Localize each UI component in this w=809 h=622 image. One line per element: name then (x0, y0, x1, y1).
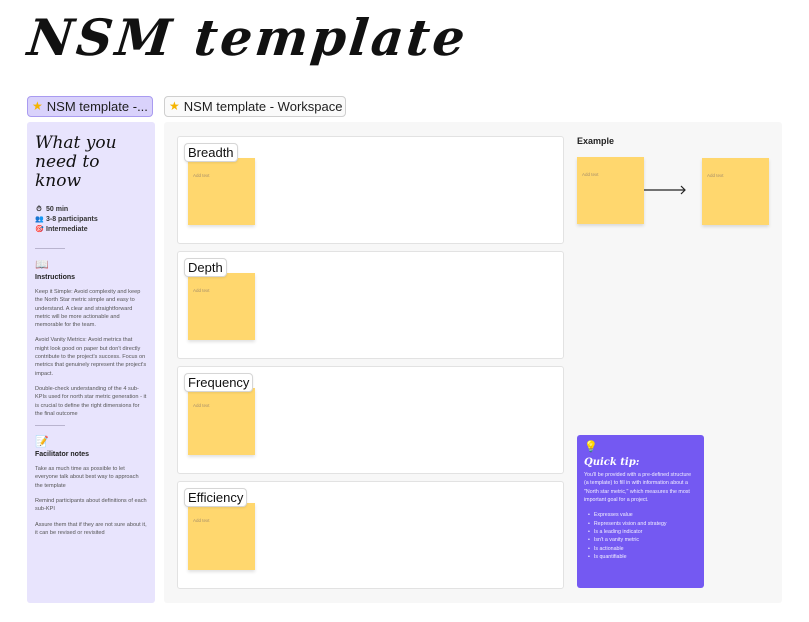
sticky-placeholder: Add text (193, 518, 210, 523)
memo-icon: 📝 (35, 436, 49, 449)
example-sticky-note[interactable]: Add text (577, 157, 644, 224)
facilitator-paragraph: Assure them that if they are not sure ab… (35, 521, 147, 536)
tip-list-item: Represents vision and strategy (588, 520, 697, 528)
instruction-paragraph: Keep it Simple: Avoid complexity and kee… (35, 289, 141, 329)
level-text: Intermediate (46, 226, 88, 233)
divider (35, 248, 65, 249)
row-card-depth[interactable]: Depth Add text (177, 251, 564, 359)
tip-list-item: Expresses value (588, 511, 697, 519)
instruction-paragraph: Avoid Vanity Metrics: Avoid metrics that… (35, 337, 147, 377)
instructions-title: Instructions (35, 274, 76, 281)
sticky-note[interactable]: Add text (188, 273, 255, 340)
workspace-frame[interactable]: Breadth Add text Depth Add text Frequenc… (164, 122, 782, 603)
info-frame[interactable]: What you need to know ⏱ 50 min 👥 3-8 par… (27, 122, 155, 603)
row-label-frequency[interactable]: Frequency (184, 373, 254, 392)
facilitator-paragraph: Remind participants about definitions of… (35, 498, 147, 513)
participants-text: 3-8 participants (46, 216, 98, 223)
instruction-paragraph: Double-check understanding of the 4 sub-… (35, 385, 147, 417)
tip-list-item: Is actionable (588, 545, 697, 553)
arrow-connector[interactable] (644, 180, 688, 200)
facilitator-paragraph: Take as much time as possible to let eve… (35, 466, 139, 489)
people-icon: 👥 (35, 216, 44, 223)
tip-body: You'll be provided with a pre-defined st… (584, 472, 692, 503)
star-icon: ★ (32, 99, 43, 113)
tip-list-item: Is a leading indicator (588, 528, 697, 536)
tip-title: Quick tip: (584, 457, 640, 468)
sticky-note[interactable]: Add text (188, 388, 255, 455)
book-icon: 📖 (35, 259, 49, 271)
duration-row: ⏱ 50 min (35, 205, 147, 215)
example-title: Example (577, 136, 615, 146)
participants-row: 👥 3-8 participants (35, 215, 147, 225)
row-label-breadth[interactable]: Breadth (184, 143, 238, 162)
frame-tab-label: NSM template -... (46, 99, 148, 114)
row-card-efficiency[interactable]: Efficiency Add text (177, 481, 564, 589)
divider (35, 425, 65, 427)
sticky-placeholder: Add text (582, 172, 599, 177)
sticky-note[interactable]: Add text (188, 503, 255, 570)
sticky-placeholder: Add text (193, 403, 210, 408)
tip-list-item: Isn't a vanity metric (588, 536, 697, 544)
frame-tab-label: NSM template - Workspace (183, 99, 343, 114)
sticky-placeholder: Add text (193, 288, 210, 293)
info-heading: What you need to know (35, 133, 117, 191)
tip-list-item: Is quantifiable (588, 553, 697, 561)
row-card-frequency[interactable]: Frequency Add text (177, 366, 564, 474)
duration-text: 50 min (46, 206, 69, 213)
frame-tab-workspace[interactable]: ★ NSM template - Workspace (164, 96, 346, 117)
example-sticky-note[interactable]: Add text (702, 158, 769, 225)
tip-list: Expresses value Represents vision and st… (584, 511, 697, 561)
sticky-placeholder: Add text (193, 173, 210, 178)
board-title: NSM template (24, 8, 471, 67)
quick-tip-card[interactable]: 💡 Quick tip: You'll be provided with a p… (577, 435, 704, 588)
facilitator-title: Facilitator notes (35, 451, 90, 459)
row-label-efficiency[interactable]: Efficiency (184, 488, 248, 507)
row-label-depth[interactable]: Depth (184, 258, 227, 277)
sticky-placeholder: Add text (707, 173, 724, 178)
stopwatch-icon: ⏱ (36, 206, 42, 213)
lightbulb-icon: 💡 (584, 441, 598, 453)
row-card-breadth[interactable]: Breadth Add text (177, 136, 564, 244)
frame-tab-nsm-template[interactable]: ★ NSM template -... (27, 96, 153, 117)
target-icon: 🎯 (35, 226, 44, 233)
sticky-note[interactable]: Add text (188, 158, 255, 225)
star-icon: ★ (169, 99, 180, 113)
level-row: 🎯 Intermediate (35, 225, 147, 235)
